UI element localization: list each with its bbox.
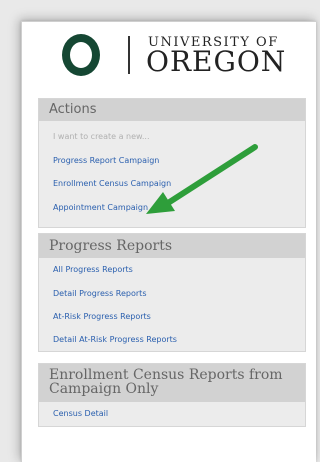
annotation-arrow-icon — [146, 144, 258, 214]
